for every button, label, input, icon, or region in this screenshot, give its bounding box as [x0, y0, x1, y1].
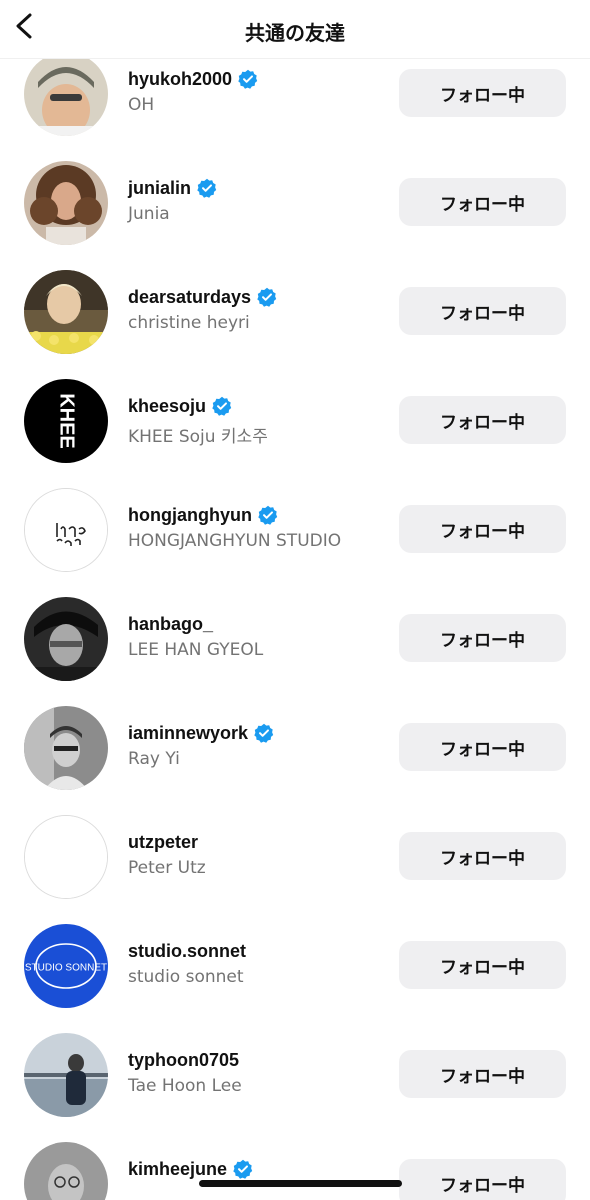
avatar[interactable] — [24, 815, 108, 899]
full-name: LEE HAN GYEOL — [128, 640, 264, 660]
list-item[interactable]: junialin Junia フォロー中 — [0, 161, 590, 277]
username[interactable]: kimheejune — [128, 1159, 227, 1180]
following-button[interactable]: フォロー中 — [399, 178, 566, 226]
username[interactable]: hyukoh2000 — [128, 69, 232, 90]
verified-badge-icon — [254, 723, 274, 743]
username[interactable]: junialin — [128, 178, 191, 199]
page-title: 共通の友達 — [245, 21, 345, 45]
following-button[interactable]: フォロー中 — [399, 723, 566, 771]
verified-badge-icon — [197, 178, 217, 198]
list-item[interactable]: kimheejune フォロー中 — [0, 1142, 590, 1200]
avatar-logo-text: KHEE — [56, 393, 78, 449]
avatar[interactable] — [24, 1033, 108, 1117]
full-name: HONGJANGHYUN STUDIO — [128, 531, 342, 551]
list-item[interactable]: hongjanghyun HONGJANGHYUN STUDIO フォロー中 — [0, 488, 590, 604]
home-indicator[interactable] — [199, 1180, 402, 1187]
full-name: KHEE Soju 키소주 — [128, 427, 268, 447]
verified-badge-icon — [233, 1159, 253, 1179]
full-name: Tae Hoon Lee — [128, 1076, 242, 1096]
username[interactable]: iaminnewyork — [128, 723, 248, 744]
username[interactable]: dearsaturdays — [128, 287, 251, 308]
avatar[interactable] — [24, 597, 108, 681]
avatar[interactable] — [24, 161, 108, 245]
avatar[interactable] — [24, 1142, 108, 1200]
list-item[interactable]: dearsaturdays christine heyri フォロー中 — [0, 270, 590, 386]
username[interactable]: hongjanghyun — [128, 505, 252, 526]
list-item[interactable]: typhoon0705 Tae Hoon Lee フォロー中 — [0, 1033, 590, 1149]
username[interactable]: kheesoju — [128, 396, 206, 417]
list-item[interactable]: KHEE kheesoju KHEE Soju 키소주 フォロー中 — [0, 379, 590, 495]
verified-badge-icon — [238, 69, 258, 89]
avatar-logo-text: STUDIO SONNET — [25, 963, 107, 974]
following-button[interactable]: フォロー中 — [399, 396, 566, 444]
full-name: christine heyri — [128, 313, 250, 333]
avatar[interactable] — [24, 706, 108, 790]
verified-badge-icon — [257, 287, 277, 307]
avatar[interactable]: KHEE — [24, 379, 108, 463]
following-button[interactable]: フォロー中 — [399, 1050, 566, 1098]
following-button[interactable]: フォロー中 — [399, 832, 566, 880]
list-item[interactable]: hyukoh2000 OH フォロー中 — [0, 52, 590, 168]
username[interactable]: hanbago_ — [128, 614, 213, 635]
verified-badge-icon — [212, 396, 232, 416]
avatar[interactable] — [24, 488, 108, 572]
avatar[interactable] — [24, 270, 108, 354]
avatar[interactable]: STUDIO SONNET — [24, 924, 108, 1008]
full-name: Ray Yi — [128, 749, 180, 769]
list-item[interactable]: iaminnewyork Ray Yi フォロー中 — [0, 706, 590, 822]
username[interactable]: utzpeter — [128, 832, 198, 853]
avatar[interactable] — [24, 52, 108, 136]
full-name: Peter Utz — [128, 858, 206, 878]
following-button[interactable]: フォロー中 — [399, 287, 566, 335]
nav-header: 共通の友達 — [0, 0, 590, 59]
list-item[interactable]: STUDIO SONNET studio.sonnet studio sonne… — [0, 924, 590, 1040]
full-name: Junia — [128, 204, 170, 224]
following-button[interactable]: フォロー中 — [399, 1159, 566, 1200]
verified-badge-icon — [258, 505, 278, 525]
list-item[interactable]: hanbago_ LEE HAN GYEOL フォロー中 — [0, 597, 590, 713]
following-button[interactable]: フォロー中 — [399, 614, 566, 662]
list-item[interactable]: utzpeter Peter Utz フォロー中 — [0, 815, 590, 931]
following-button[interactable]: フォロー中 — [399, 505, 566, 553]
following-button[interactable]: フォロー中 — [399, 941, 566, 989]
mutual-friends-list[interactable]: hyukoh2000 OH フォロー中 junialin Junia フォロー中… — [0, 0, 590, 1200]
username[interactable]: typhoon0705 — [128, 1050, 239, 1071]
following-button[interactable]: フォロー中 — [399, 69, 566, 117]
username[interactable]: studio.sonnet — [128, 941, 246, 962]
full-name: studio sonnet — [128, 967, 244, 987]
full-name: OH — [128, 95, 155, 115]
